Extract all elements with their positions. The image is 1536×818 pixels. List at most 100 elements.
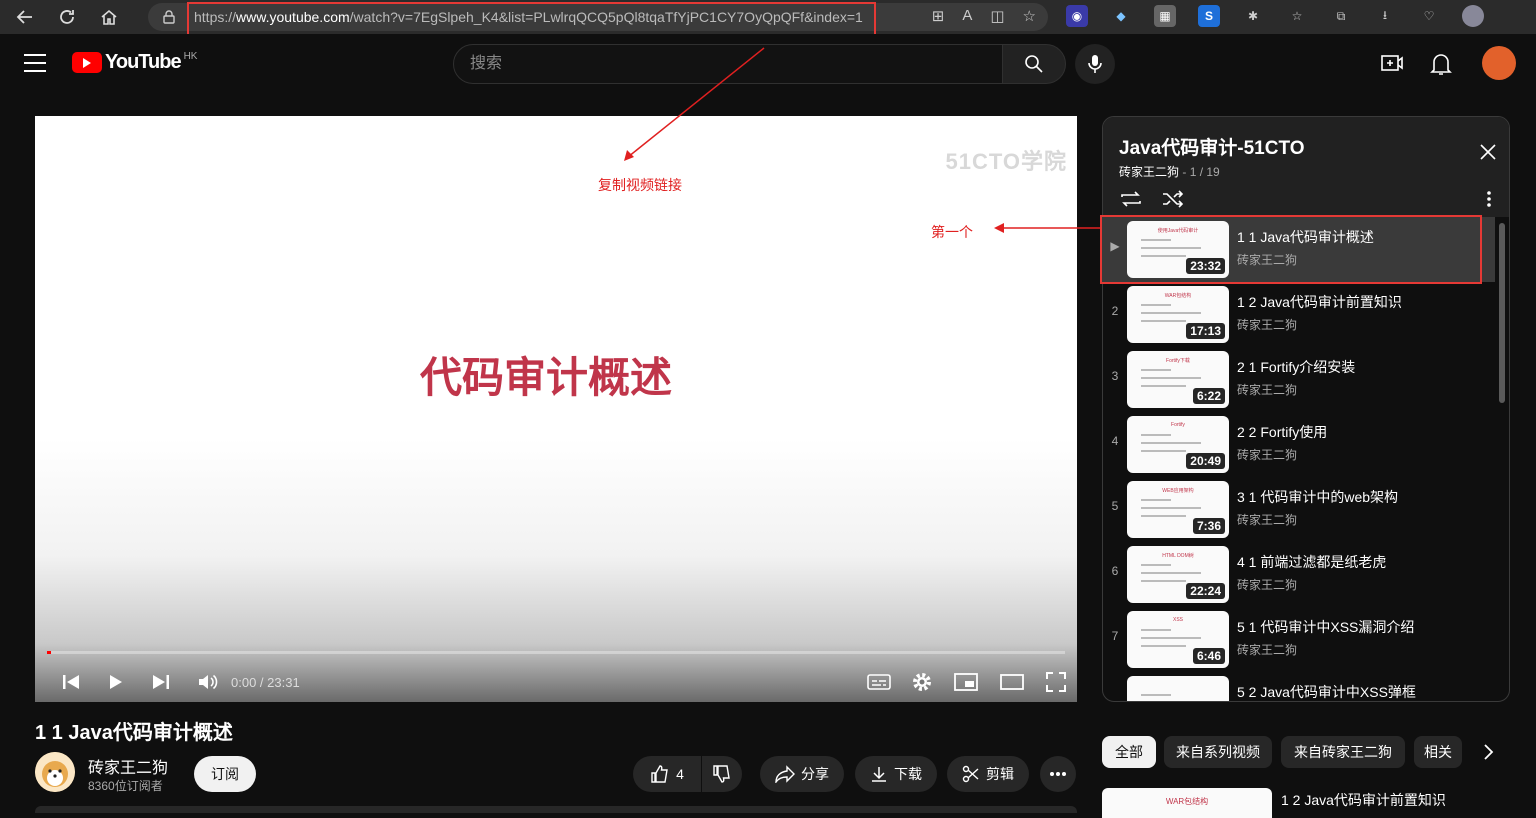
playlist-item-thumbnail[interactable]: Fortify 20:49	[1127, 416, 1229, 473]
recommendation-title[interactable]: 1 2 Java代码审计前置知识	[1281, 790, 1446, 810]
thumbnail-heading: Fortify下载	[1166, 358, 1190, 364]
playlist-item-author: 砖家王二狗	[1237, 448, 1298, 462]
thumbnail-heading: HTML DOM树	[1162, 553, 1194, 559]
playlist-item[interactable]: 5 2 Java代码审计中XSS弹框	[1103, 672, 1495, 701]
playlist-item-author: 砖家王二狗	[1237, 383, 1298, 397]
duration-badge: 17:13	[1186, 323, 1225, 339]
playlist-item-title: 1 2 Java代码审计前置知识	[1237, 294, 1402, 310]
thumbnail-line	[1141, 572, 1201, 574]
thumbnail-line	[1141, 580, 1186, 582]
thumbnail-line	[1141, 312, 1201, 314]
chevron-right-icon[interactable]	[1478, 742, 1498, 762]
playlist-item-index: 2	[1111, 304, 1119, 318]
thumbnail-line	[1141, 320, 1186, 322]
channel-name[interactable]: 砖家王二狗	[88, 754, 168, 778]
playlist-scrollbar[interactable]	[1499, 223, 1505, 403]
chip-all[interactable]: 全部	[1102, 736, 1156, 768]
playlist-panel: Java代码审计-51CTO 砖家王二狗 - 1 / 19 ▶ 使用Java代码审…	[1102, 116, 1510, 702]
playlist-item[interactable]: 5 WEB应用架构 7:36 3 1 代码审计中的web架构 砖家王二狗	[1103, 477, 1495, 542]
playlist-item-index: 7	[1111, 629, 1119, 643]
thumbnail-line	[1141, 450, 1186, 452]
duration-badge: 6:46	[1192, 648, 1225, 664]
playlist-item[interactable]: 3 Fortify下载 6:22 2 1 Fortify介绍安装 砖家王二狗	[1103, 347, 1495, 412]
playlist-item-author: 砖家王二狗	[1237, 578, 1298, 592]
playlist-item-thumbnail[interactable]	[1127, 676, 1229, 701]
chip-channel[interactable]: 来自砖家王二狗	[1281, 736, 1405, 768]
loop-icon[interactable]	[1119, 189, 1143, 209]
thumbnail-line	[1141, 564, 1171, 566]
dislike-button[interactable]	[702, 756, 742, 792]
playlist-more-icon[interactable]	[1487, 191, 1491, 207]
duration-badge: 7:36	[1192, 518, 1225, 534]
thumbs-down-icon	[713, 765, 730, 783]
annotation-first: 第一个	[931, 224, 973, 240]
chip-related[interactable]: 相关	[1414, 736, 1462, 768]
playlist-position: 1 / 19	[1189, 165, 1220, 179]
playlist-item-title: 4 1 前端过滤都是纸老虎	[1237, 554, 1387, 570]
thumbnail-line	[1141, 499, 1171, 501]
chip-series[interactable]: 来自系列视频	[1164, 736, 1272, 768]
download-icon	[872, 767, 886, 782]
duration-badge: 20:49	[1186, 453, 1225, 469]
subscriber-count: 8360位订阅者	[88, 779, 163, 793]
playlist-item-thumbnail[interactable]: Fortify下载 6:22	[1127, 351, 1229, 408]
share-icon	[775, 765, 795, 783]
thumbnail-line	[1141, 304, 1171, 306]
duration-badge: 22:24	[1186, 583, 1225, 599]
playlist-item-author: 砖家王二狗	[1237, 513, 1298, 527]
thumbnail-line	[1141, 442, 1201, 444]
thumbnail-heading: WEB应用架构	[1162, 488, 1194, 494]
thumbnail-heading: WAR包结构	[1164, 293, 1192, 299]
thumbnail-line	[1141, 369, 1171, 371]
more-actions-icon[interactable]	[1040, 756, 1076, 792]
playlist-item-author: 砖家王二狗	[1237, 643, 1298, 657]
thumbnail-line	[1141, 377, 1201, 379]
playlist-item-thumbnail[interactable]: WEB应用架构 7:36	[1127, 481, 1229, 538]
thumbnail-line	[1141, 515, 1186, 517]
clip-button[interactable]: 剪辑	[947, 756, 1029, 792]
playlist-item-title: 2 2 Fortify使用	[1237, 424, 1328, 440]
thumbnail-line	[1141, 507, 1201, 509]
thumbnail-line	[1141, 694, 1171, 696]
subscribe-button[interactable]: 订阅	[194, 756, 256, 792]
description-box[interactable]	[35, 806, 1077, 813]
thumbnail-heading: XSS	[1172, 617, 1183, 623]
playlist-item-thumbnail[interactable]: XSS 6:46	[1127, 611, 1229, 668]
playlist-item[interactable]: 6 HTML DOM树 22:24 4 1 前端过滤都是纸老虎 砖家王二狗	[1103, 542, 1495, 607]
thumbs-up-icon	[651, 765, 668, 783]
duration-badge: 6:22	[1192, 388, 1225, 404]
playlist-header: Java代码审计-51CTO 砖家王二狗 - 1 / 19	[1103, 117, 1509, 217]
annotation-box-first-item	[1100, 215, 1482, 284]
playlist-item-author: 砖家王二狗	[1237, 318, 1298, 332]
thumbnail-line	[1141, 385, 1186, 387]
playlist-item-thumbnail[interactable]: HTML DOM树 22:24	[1127, 546, 1229, 603]
share-button[interactable]: 分享	[760, 756, 844, 792]
playlist-item-index: 4	[1111, 434, 1119, 448]
scissors-icon	[962, 765, 979, 783]
playlist-item[interactable]: 7 XSS 6:46 5 1 代码审计中XSS漏洞介绍 砖家王二狗	[1103, 607, 1495, 672]
thumbnail-line	[1141, 645, 1186, 647]
playlist-item-index: 5	[1111, 499, 1119, 513]
like-count: 4	[676, 766, 684, 782]
playlist-item[interactable]: 4 Fortify 20:49 2 2 Fortify使用 砖家王二狗	[1103, 412, 1495, 477]
channel-avatar[interactable]	[35, 752, 75, 792]
playlist-owner[interactable]: 砖家王二狗	[1119, 165, 1179, 179]
recommendation-thumbnail[interactable]: WAR包结构	[1102, 788, 1272, 818]
thumbnail-line	[1141, 434, 1171, 436]
playlist-item-title: 5 1 代码审计中XSS漏洞介绍	[1237, 619, 1415, 635]
thumbnail-line	[1141, 629, 1171, 631]
download-button[interactable]: 下载	[855, 756, 937, 792]
playlist-item-title: 2 1 Fortify介绍安装	[1237, 359, 1356, 375]
playlist-item[interactable]: 2 WAR包结构 17:13 1 2 Java代码审计前置知识 砖家王二狗	[1103, 282, 1495, 347]
playlist-item-index: 6	[1111, 564, 1119, 578]
playlist-item-title: 3 1 代码审计中的web架构	[1237, 489, 1399, 505]
playlist-item-thumbnail[interactable]: WAR包结构 17:13	[1127, 286, 1229, 343]
thumbnail-line	[1141, 637, 1201, 639]
annotation-copy-link: 复制视频链接	[598, 177, 682, 193]
like-button[interactable]: 4	[633, 756, 701, 792]
playlist-item-title: 5 2 Java代码审计中XSS弹框	[1237, 684, 1416, 700]
shuffle-icon[interactable]	[1161, 189, 1185, 209]
video-title: 1 1 Java代码审计概述	[35, 722, 233, 744]
playlist-title[interactable]: Java代码审计-51CTO	[1119, 133, 1305, 160]
close-icon[interactable]	[1479, 143, 1497, 161]
